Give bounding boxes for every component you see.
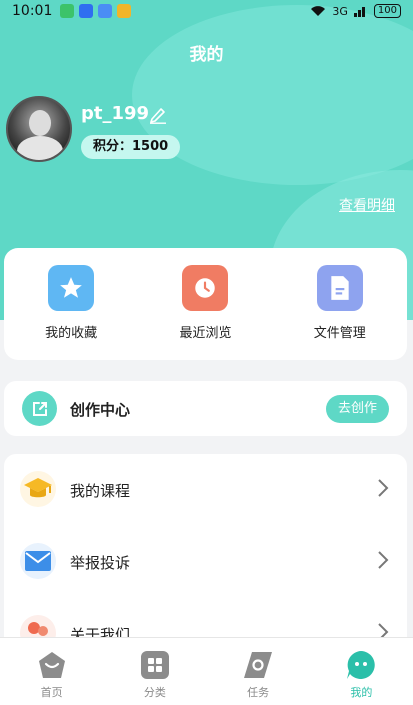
quick-action-recent[interactable]: 最近浏览 [155, 265, 255, 360]
menu-item-report[interactable]: 举报投诉 [4, 526, 407, 598]
menu-item-label: 我的课程 [70, 482, 131, 500]
chat-bubble-icon [346, 650, 376, 680]
quick-action-files[interactable]: 文件管理 [290, 265, 390, 360]
username: pt_199 [81, 103, 150, 124]
app-notification-icon [79, 4, 94, 18]
quick-action-favorites[interactable]: 我的收藏 [21, 265, 121, 360]
nav-label: 任务 [247, 686, 270, 699]
decorative-blob [132, 5, 413, 185]
app-notification-icon [60, 4, 75, 18]
menu-item-label: 举报投诉 [70, 554, 131, 572]
nav-tab-category[interactable]: 分类 [103, 638, 206, 705]
nav-label: 分类 [143, 686, 166, 699]
menu-list: 我的课程 举报投诉 关于我们 [4, 454, 407, 654]
view-detail-link[interactable]: 查看明细 [339, 195, 395, 215]
star-icon [48, 265, 95, 311]
points-badge: 积分：1500 [81, 135, 181, 159]
go-create-button[interactable]: 去创作 [325, 395, 389, 423]
creation-center-card[interactable]: 创作中心 去创作 [4, 381, 407, 436]
creation-center-title: 创作中心 [70, 401, 131, 419]
bottom-nav: 首页 分类 任务 我的 [0, 637, 413, 705]
task-icon [243, 650, 273, 680]
avatar-body [17, 136, 63, 160]
menu-item-my-courses[interactable]: 我的课程 [4, 454, 407, 526]
status-bar: 10:01 3G 100 [0, 0, 413, 22]
home-icon [37, 650, 67, 680]
clock-icon [182, 265, 229, 311]
app-notification-icon [98, 4, 113, 18]
quick-actions-card: 我的收藏 最近浏览 文件管理 [4, 248, 407, 360]
notification-icons [60, 4, 132, 18]
quick-action-label: 最近浏览 [179, 326, 232, 341]
battery-indicator: 100 [373, 4, 401, 18]
nav-label: 我的 [350, 686, 373, 699]
status-indicators: 3G 100 [310, 4, 401, 18]
chevron-right-icon [378, 479, 389, 497]
avatar-head [29, 110, 51, 136]
graduation-cap-icon [20, 471, 56, 507]
edit-icon[interactable] [148, 106, 168, 124]
app-notification-icon [117, 4, 132, 18]
network-type: 3G [332, 4, 348, 18]
wifi-icon [311, 6, 326, 16]
nav-label: 首页 [40, 686, 63, 699]
quick-action-label: 我的收藏 [45, 326, 98, 341]
envelope-icon [20, 543, 56, 579]
quick-action-label: 文件管理 [313, 326, 366, 341]
nav-tab-tasks[interactable]: 任务 [207, 638, 310, 705]
status-time: 10:01 [12, 3, 53, 19]
nav-tab-mine[interactable]: 我的 [310, 638, 413, 705]
nav-tab-home[interactable]: 首页 [0, 638, 103, 705]
avatar[interactable] [6, 96, 72, 162]
page-title: 我的 [189, 45, 224, 65]
document-icon [316, 265, 363, 311]
signal-icon [353, 7, 365, 17]
grid-icon [140, 650, 170, 680]
external-link-icon [22, 391, 57, 426]
chevron-right-icon [378, 551, 389, 569]
